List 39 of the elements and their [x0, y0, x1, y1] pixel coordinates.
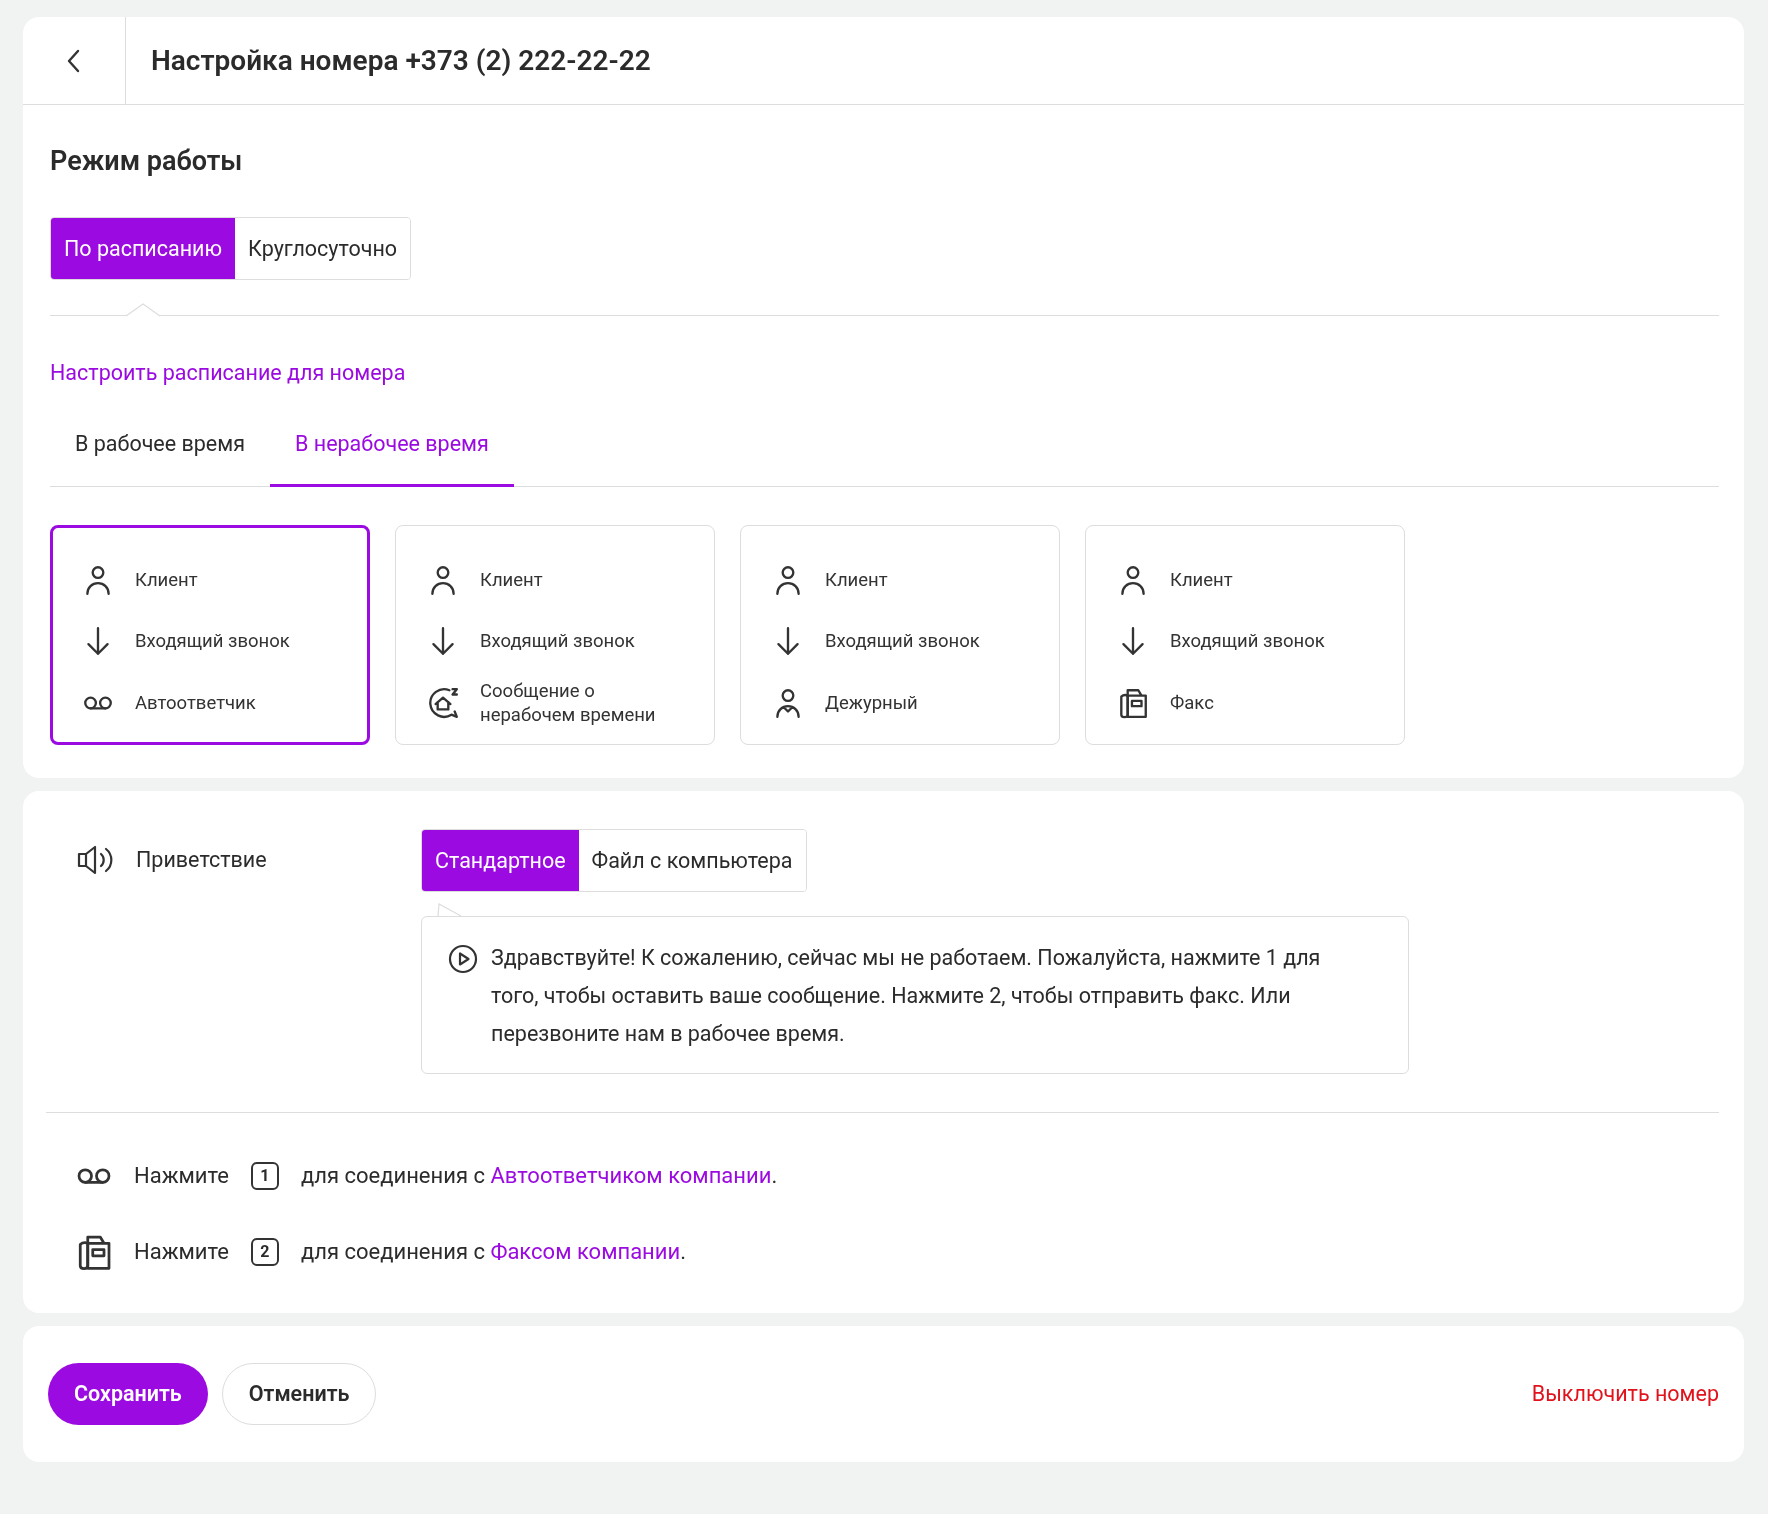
greeting-label: Приветствие: [136, 845, 267, 874]
save-button[interactable]: Сохранить: [48, 1362, 208, 1425]
scenario-step-label: Клиент: [480, 568, 543, 593]
disable-number-link[interactable]: Выключить номер: [1531, 1381, 1719, 1406]
scenario-step-label: Сообщение о нерабочем времени: [480, 678, 657, 727]
schedule-link[interactable]: Настроить расписание для номера: [50, 360, 406, 385]
scenario-step-label: Клиент: [1170, 568, 1233, 593]
play-button[interactable]: [447, 942, 479, 975]
cancel-button[interactable]: Отменить: [221, 1362, 377, 1425]
segment-tab[interactable]: Стандартное: [422, 829, 579, 891]
scenario-card[interactable]: Клиент Входящий звонок Автоответчик: [50, 524, 370, 745]
segment-tab[interactable]: По расписанию: [51, 218, 236, 279]
option-link[interactable]: Факсом компании: [490, 1239, 681, 1264]
scenario-card[interactable]: Клиент Входящий звонок Дежурный: [740, 524, 1060, 745]
play-icon: [447, 942, 479, 975]
scenario-step-label: Входящий звонок: [135, 629, 290, 654]
scenario-step-label: Входящий звонок: [1170, 629, 1325, 654]
scenario-step-label: Факс: [1170, 690, 1214, 715]
scenario-step-label: Клиент: [135, 568, 198, 593]
tab[interactable]: В нерабочее время: [270, 419, 514, 487]
scenario-step-label: Автоответчик: [135, 690, 256, 715]
scenario-step-label: Клиент: [825, 568, 888, 593]
chat-house-icon: [426, 685, 460, 720]
tab[interactable]: В рабочее время: [50, 419, 270, 487]
option-link[interactable]: Автоответчиком компании: [490, 1163, 772, 1188]
page-title: Настройка номера +373 (2) 222-22-22: [151, 44, 651, 77]
scenario-step-label: Входящий звонок: [825, 629, 980, 654]
key-badge: 1: [250, 1161, 279, 1190]
key-badge: 2: [250, 1237, 279, 1266]
scenario-step-label: Входящий звонок: [480, 629, 635, 654]
press-label: Нажмите: [134, 1163, 229, 1188]
option-description: для соединения с Автоответчиком компании.: [300, 1163, 778, 1188]
scenario-step-label: Дежурный: [825, 690, 918, 715]
scenario-card[interactable]: Клиент Входящий звонок Сообщение о нерабочем времени: [395, 524, 715, 745]
press-label: Нажмите: [134, 1239, 229, 1264]
scenario-card[interactable]: Клиент Входящий звонок Факс: [1085, 524, 1405, 745]
greeting-text: Здравствуйте! К сожалению, сейчас мы не работаем. Пожалуйста, нажмите 1 для того, чтобы оставить ваше сообщение. Нажмите 2, чтобы отправить факс. Или перезвоните нам в рабочее время.: [491, 943, 1322, 1048]
section-title: Режим работы: [50, 145, 244, 177]
option-description: для соединения с Факсом компании.: [300, 1239, 686, 1264]
